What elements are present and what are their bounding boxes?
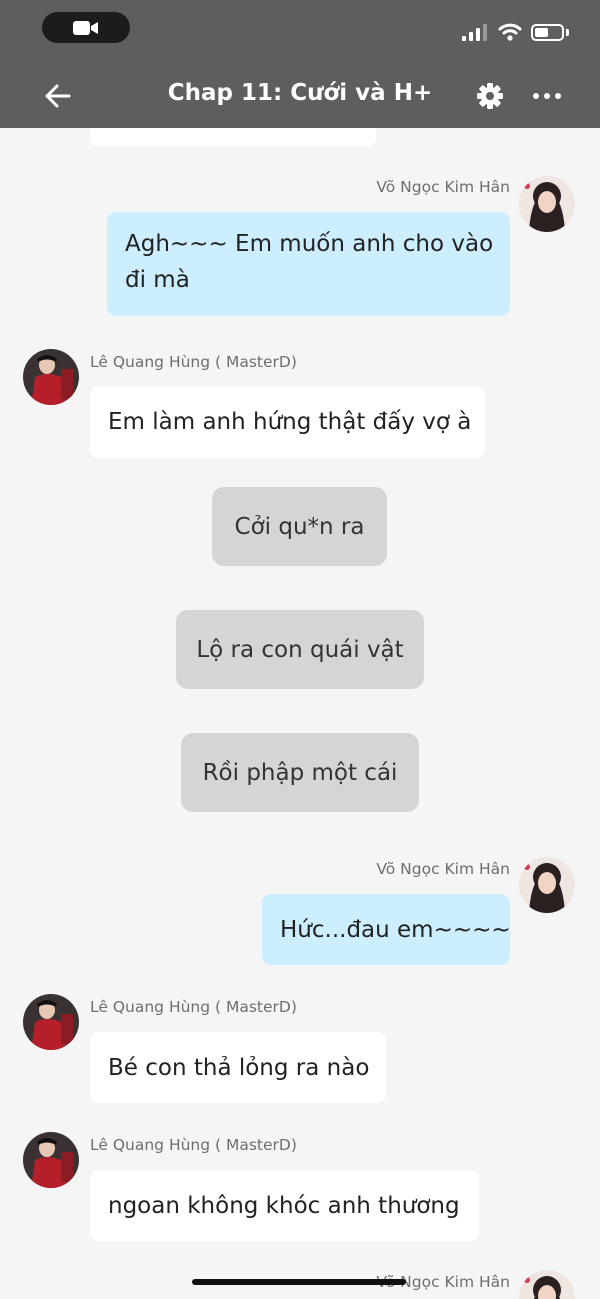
message-line: Agh~~~ Em muốn anh cho vào (125, 231, 494, 257)
message-line: đi mà (125, 267, 190, 293)
message-line: Bé con thả lỏng ra nào (108, 1055, 370, 1081)
chat-content[interactable]: Võ Ngọc Kim Hân Agh~~~ Em muốn anh cho v… (0, 128, 600, 1299)
message-line: Em làm anh hứng thật đấy vợ à (108, 409, 472, 435)
previous-message-bubble (90, 128, 376, 146)
message-line: ngoan không khóc anh thương (108, 1193, 460, 1219)
avatar[interactable] (23, 349, 79, 405)
cellular-signal-icon (462, 24, 488, 41)
ellipsis-icon (533, 93, 561, 99)
back-button[interactable] (38, 76, 78, 116)
avatar[interactable] (519, 176, 575, 232)
more-options-button[interactable] (530, 80, 564, 112)
settings-button[interactable] (474, 80, 506, 112)
message-bubble: ngoan không khóc anh thương (90, 1170, 479, 1241)
navigation-bar: Chap 11: Cưới và H+ (0, 62, 600, 128)
message-bubble: Agh~~~ Em muốn anh cho vào đi mà (107, 212, 510, 316)
avatar[interactable] (519, 857, 575, 913)
message-line: Hức...đau em~~~~ (280, 917, 511, 943)
sender-name: Võ Ngọc Kim Hân (376, 178, 510, 196)
message-bubble: Hức...đau em~~~~ (262, 894, 511, 965)
wifi-icon (498, 22, 522, 42)
status-bar (0, 0, 600, 60)
message-bubble: Bé con thả lỏng ra nào (90, 1032, 386, 1103)
gear-icon (477, 83, 503, 109)
sender-name: Lê Quang Hùng ( MasterD) (90, 353, 297, 371)
avatar[interactable] (519, 1270, 575, 1299)
action-bubble: Lộ ra con quái vật (176, 610, 424, 689)
battery-tip (566, 29, 569, 36)
action-bubble: Rồi phập một cái (181, 733, 419, 812)
page-title: Chap 11: Cưới và H+ (167, 80, 433, 106)
message-bubble: Em làm anh hứng thật đấy vợ à (90, 386, 485, 458)
sender-name: Võ Ngọc Kim Hân (376, 860, 510, 878)
top-bar: Chap 11: Cưới và H+ (0, 0, 600, 128)
battery-icon (531, 24, 564, 41)
sender-name: Lê Quang Hùng ( MasterD) (90, 1136, 297, 1154)
action-bubble: Cởi qu*n ra (212, 487, 387, 566)
avatar[interactable] (23, 994, 79, 1050)
home-indicator[interactable] (192, 1279, 406, 1285)
sender-name: Lê Quang Hùng ( MasterD) (90, 998, 297, 1016)
avatar[interactable] (23, 1132, 79, 1188)
arrow-left-icon (45, 84, 71, 108)
video-camera-icon[interactable] (42, 12, 130, 43)
